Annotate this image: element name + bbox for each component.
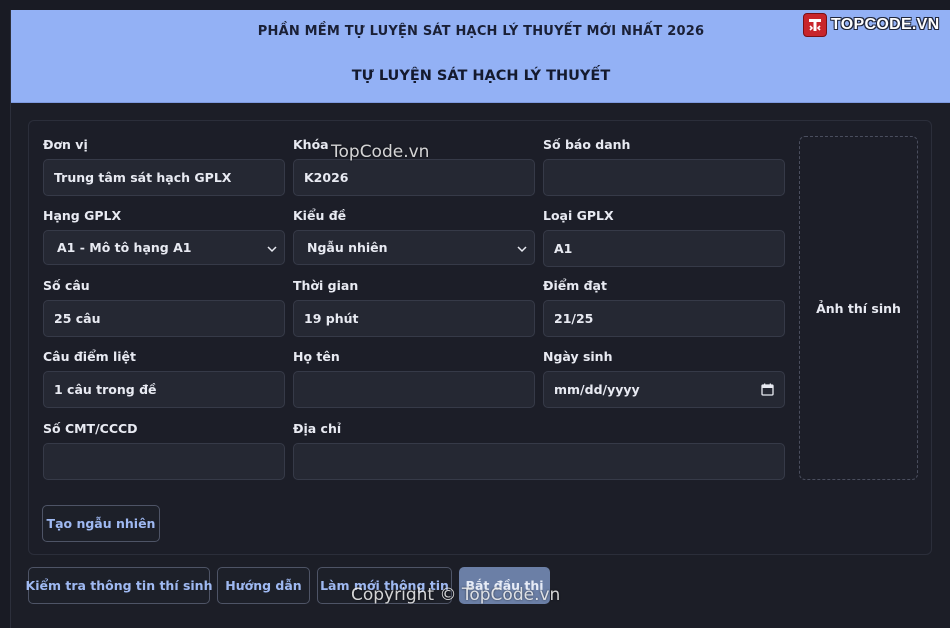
field-dia-chi: Địa chỉ [293,421,785,481]
thoi-gian-input[interactable]: 19 phút [293,300,535,337]
hang-gplx-selected: A1 - Mô tô hạng A1 [57,240,192,255]
ngay-sinh-placeholder: mm/dd/yyyy [554,382,640,397]
ho-ten-input[interactable] [293,371,535,408]
page-title: TỰ LUYỆN SÁT HẠCH LÝ THUYẾT [351,68,611,84]
thoi-gian-label: Thời gian [293,278,359,293]
ngay-sinh-input[interactable]: mm/dd/yyyy [543,371,785,408]
dia-chi-input[interactable] [293,443,785,480]
field-don-vi: Đơn vị Trung tâm sát hạch GPLX [43,137,285,197]
cau-diem-liet-label: Câu điểm liệt [43,349,136,364]
ngay-sinh-label: Ngày sinh [543,349,613,364]
field-hang-gplx: Hạng GPLX A1 - Mô tô hạng A1 [43,208,285,268]
hang-gplx-select[interactable]: A1 - Mô tô hạng A1 [43,230,285,265]
field-cau-diem-liet: Câu điểm liệt 1 câu trong đề [43,349,285,409]
field-ngay-sinh: Ngày sinh mm/dd/yyyy [543,349,785,409]
chevron-down-icon [267,246,277,253]
kieu-de-select[interactable]: Ngẫu nhiên [293,230,535,265]
random-generate-button[interactable]: Tạo ngẫu nhiên [42,505,160,542]
topcode-logo-icon [803,13,827,37]
khoa-input[interactable]: K2026 [293,159,535,196]
so-cau-input[interactable]: 25 câu [43,300,285,337]
so-cmt-label: Số CMT/CCCD [43,421,138,436]
refresh-info-button[interactable]: Làm mới thông tin [317,567,452,604]
khoa-label: Khóa [293,137,329,152]
candidate-photo-label: Ảnh thí sinh [816,300,901,316]
topcode-logo-text: TOPCODE.VN [831,16,940,33]
field-thoi-gian: Thời gian 19 phút [293,278,535,338]
check-candidate-info-button[interactable]: Kiểm tra thông tin thí sinh [26,567,212,604]
so-bao-danh-input[interactable] [543,159,785,196]
kieu-de-label: Kiểu đề [293,208,347,223]
app-window: PHẦN MỀM TỰ LUYỆN SÁT HẠCH LÝ THUYẾT MỚI… [10,10,950,628]
ho-ten-label: Họ tên [293,349,340,364]
don-vi-label: Đơn vị [43,137,88,152]
cau-diem-liet-input[interactable]: 1 câu trong đề [43,371,285,408]
field-diem-dat: Điểm đạt 21/25 [543,278,785,338]
field-ho-ten: Họ tên [293,349,535,409]
so-cmt-input[interactable] [43,443,285,480]
start-exam-button[interactable]: Bắt đầu thi [459,567,550,604]
diem-dat-input[interactable]: 21/25 [543,300,785,337]
diem-dat-label: Điểm đạt [543,278,607,293]
candidate-form-panel: Đơn vị Trung tâm sát hạch GPLX Khóa K202… [28,120,932,555]
field-so-bao-danh: Số báo danh [543,137,785,197]
chevron-down-icon [517,246,527,253]
topcode-logo: TOPCODE.VN [803,12,940,38]
field-so-cmt: Số CMT/CCCD [43,421,285,481]
calendar-icon[interactable] [761,383,774,396]
guide-button[interactable]: Hướng dẫn [217,567,310,604]
loai-gplx-label: Loại GPLX [543,208,614,223]
header-banner: PHẦN MỀM TỰ LUYỆN SÁT HẠCH LÝ THUYẾT MỚI… [11,10,950,103]
hang-gplx-label: Hạng GPLX [43,208,122,223]
don-vi-input[interactable]: Trung tâm sát hạch GPLX [43,159,285,196]
candidate-photo-area[interactable]: Ảnh thí sinh [799,136,918,480]
field-kieu-de: Kiểu đề Ngẫu nhiên [293,208,535,268]
loai-gplx-input[interactable]: A1 [543,230,785,267]
kieu-de-selected: Ngẫu nhiên [307,240,388,255]
so-cau-label: Số câu [43,278,90,293]
field-so-cau: Số câu 25 câu [43,278,285,338]
field-loai-gplx: Loại GPLX A1 [543,208,785,268]
so-bao-danh-label: Số báo danh [543,137,631,152]
dia-chi-label: Địa chỉ [293,421,342,436]
field-khoa: Khóa K2026 [293,137,535,197]
